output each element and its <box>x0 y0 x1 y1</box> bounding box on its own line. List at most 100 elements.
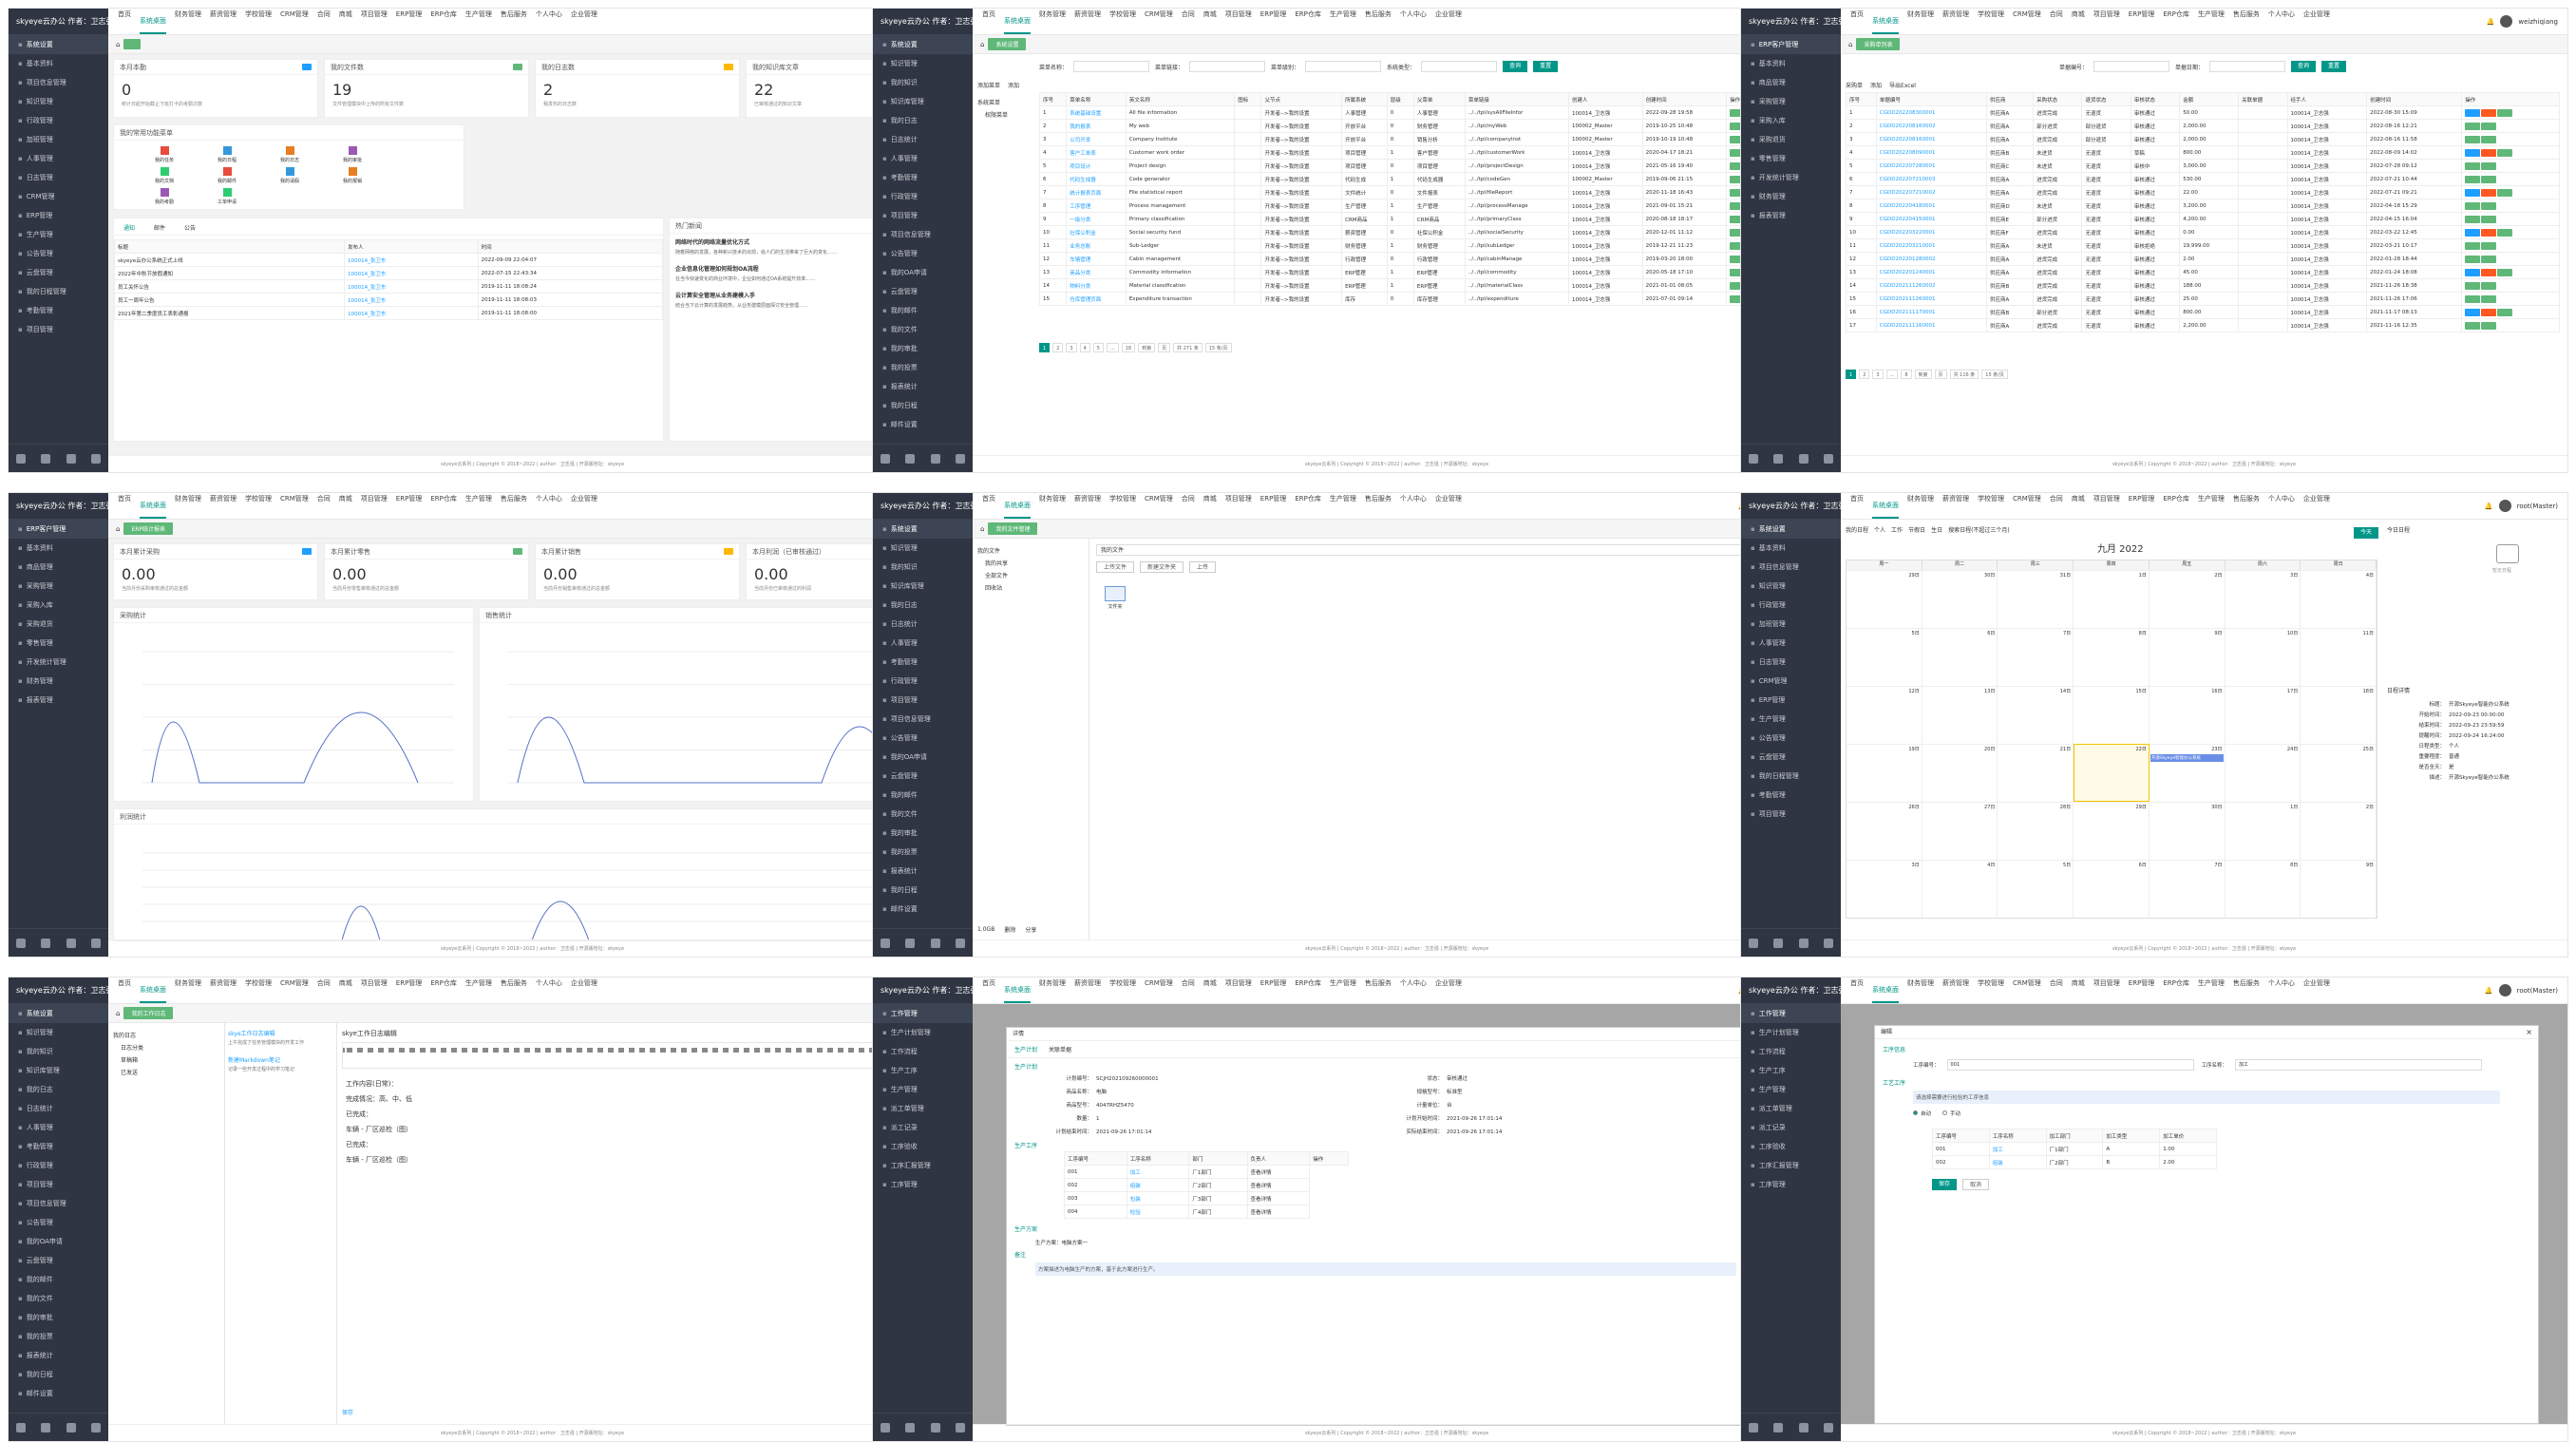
top-nav-item[interactable]: 个人中心 <box>1400 978 1427 1003</box>
top-nav-item[interactable]: 个人中心 <box>536 978 562 1003</box>
sidebar-item[interactable]: 生产管理 <box>9 225 108 244</box>
top-nav-item[interactable]: 企业管理 <box>2303 978 2330 1003</box>
editor-toolbar[interactable] <box>342 1042 947 1069</box>
pager-item[interactable]: 3 <box>1872 370 1884 379</box>
top-nav-item[interactable]: 项目管理 <box>361 978 388 1003</box>
top-nav-item[interactable]: 商城 <box>2072 9 2085 34</box>
row-actions[interactable] <box>2461 159 2560 173</box>
table-cell[interactable]: CGDD202111170001 <box>1875 305 1987 319</box>
top-nav-item[interactable]: 首页 <box>1850 978 1864 1003</box>
sidebar-item[interactable]: 基本资料 <box>1741 539 1841 558</box>
sidebar-item[interactable]: 云盘管理 <box>873 282 973 301</box>
quick-item[interactable]: 我的报销 <box>321 167 384 184</box>
calendar-cell[interactable]: 6日 <box>2074 860 2150 918</box>
calendar-cell[interactable]: 3日 <box>2225 570 2301 628</box>
sidebar-item[interactable]: 工序验收 <box>1741 1137 1841 1156</box>
sidebar-item[interactable]: 我的日志 <box>9 1080 108 1099</box>
table-row[interactable]: 3 CGDD202208160001 供应商A 进货完成 部分退货 审核通过 2,000.0… <box>1846 132 2560 146</box>
sidebar-item[interactable]: 系统设置 <box>873 35 973 54</box>
table-cell[interactable]: CGDD202204180001 <box>1875 199 1987 213</box>
top-nav-item[interactable]: 学校管理 <box>1978 9 2004 34</box>
tool-button[interactable]: 新建文件夹 <box>1140 561 1184 573</box>
table-cell[interactable]: CGDD202208090001 <box>1875 145 1987 160</box>
sidebar-item[interactable]: 知识管理 <box>873 539 973 558</box>
table-cell[interactable]: 客户工单表 <box>1066 145 1127 160</box>
sidebar-item[interactable]: 行政管理 <box>9 1156 108 1175</box>
table-cell[interactable]: CGDD202111160001 <box>1875 318 1987 332</box>
top-nav-item[interactable]: 学校管理 <box>1109 494 1136 519</box>
row-actions[interactable] <box>2461 212 2560 226</box>
top-nav-item[interactable]: ERP管理 <box>1260 494 1287 519</box>
top-nav-item[interactable]: ERP管理 <box>396 9 423 34</box>
tool-button[interactable]: 添加菜单 <box>977 81 1000 89</box>
top-nav-item[interactable]: 系统桌面 <box>1872 9 1899 34</box>
calendar-cell[interactable]: 20日 <box>1922 744 1998 802</box>
save-link[interactable]: 保存 <box>342 1408 353 1416</box>
top-nav-item[interactable]: ERP管理 <box>396 494 423 519</box>
table-cell[interactable]: 检验 <box>1126 1205 1190 1219</box>
table-cell[interactable]: 项目设计 <box>1066 159 1127 173</box>
sidebar-item[interactable]: 派工记录 <box>1741 1118 1841 1137</box>
calendar-cell[interactable]: 30日 <box>2149 802 2226 860</box>
table-row[interactable]: 10 CGDD202203220001 供应商F 进货完成 无退货 审核通过 0.00 100… <box>1846 225 2560 239</box>
sidebar-item[interactable]: 工序管理 <box>1741 1175 1841 1194</box>
sidebar-item[interactable]: 行政管理 <box>9 111 108 130</box>
top-nav-item[interactable]: CRM管理 <box>2013 9 2041 34</box>
calendar-filter[interactable]: 节假日 <box>1908 525 1925 534</box>
top-nav-item[interactable]: ERP管理 <box>2129 9 2155 34</box>
table-cell[interactable]: 加工 <box>1126 1165 1190 1179</box>
bell-icon[interactable]: 🔔 <box>2485 503 2493 510</box>
sidebar-item[interactable]: 生产计划管理 <box>873 1023 973 1042</box>
top-nav-item[interactable]: CRM管理 <box>280 494 309 519</box>
table-cell[interactable]: CGDD202201240001 <box>1875 265 1987 279</box>
sidebar-item[interactable]: 行政管理 <box>1741 596 1841 615</box>
table-cell[interactable]: 工序管理 <box>1066 199 1127 213</box>
table-row[interactable]: 003 包装 厂3部门 查看详情 <box>1064 1191 1349 1205</box>
process-name-input[interactable]: 加工 <box>2235 1059 2483 1071</box>
sidebar-item[interactable]: 日志管理 <box>1741 653 1841 672</box>
top-nav-item[interactable]: 合同 <box>317 978 331 1003</box>
top-nav-item[interactable]: ERP仓库 <box>1295 9 1321 34</box>
table-cell[interactable]: 统计报表页面 <box>1066 185 1127 199</box>
sidebar-item[interactable]: 云盘管理 <box>1741 748 1841 767</box>
pager-item[interactable]: ... <box>1885 370 1899 379</box>
table-cell[interactable]: CGDD202207210003 <box>1875 172 1987 186</box>
table-cell[interactable]: 我的报表 <box>1066 119 1127 133</box>
table-row[interactable]: 2 CGDD202208160002 供应商A 部分进货 部分退货 审核通过 2,000.0… <box>1846 119 2560 133</box>
top-nav-item[interactable]: ERP仓库 <box>430 978 457 1003</box>
sidebar-item[interactable]: 日志统计 <box>873 615 973 634</box>
sidebar-item[interactable]: 生产计划管理 <box>1741 1023 1841 1042</box>
quick-item[interactable]: 我的请假 <box>258 167 321 184</box>
sidebar-item[interactable]: 知识库管理 <box>9 1061 108 1080</box>
table-row[interactable]: 13 商品分类 Commodity information 开发者-->我的设置 ERP… <box>1038 265 1813 279</box>
sidebar-item[interactable]: 基本资料 <box>9 54 108 73</box>
top-nav-item[interactable]: 商城 <box>1203 9 1217 34</box>
top-nav-item[interactable]: 生产管理 <box>1330 9 1356 34</box>
pager-item[interactable]: 18 <box>1121 343 1136 352</box>
top-nav-item[interactable]: 售后服务 <box>1365 9 1392 34</box>
tab-current[interactable]: ERP统计报表 <box>123 522 174 535</box>
pager-item[interactable]: 页 <box>1158 343 1171 352</box>
top-nav-item[interactable]: 企业管理 <box>2303 494 2330 519</box>
top-nav-item[interactable]: 项目管理 <box>1225 494 1252 519</box>
calendar-cell[interactable]: 13日 <box>1922 686 1998 744</box>
pager-item[interactable]: 15 条/页 <box>1204 343 1232 352</box>
sidebar-tools[interactable] <box>873 1413 973 1441</box>
quick-item[interactable]: 我的审批 <box>321 146 384 163</box>
sidebar-item[interactable]: 考勤管理 <box>9 1137 108 1156</box>
top-nav-item[interactable]: CRM管理 <box>2013 494 2041 519</box>
sidebar-item[interactable]: 开发统计管理 <box>1741 168 1841 187</box>
calendar-filter[interactable]: 搜索日程(不超过三个月) <box>1948 525 2010 534</box>
top-nav-item[interactable]: 生产管理 <box>465 9 492 34</box>
top-nav-item[interactable]: 财务管理 <box>175 978 201 1003</box>
sidebar-tools[interactable] <box>9 1413 108 1441</box>
top-nav-item[interactable]: 项目管理 <box>2093 494 2120 519</box>
top-nav-item[interactable]: 个人中心 <box>1400 9 1427 34</box>
sidebar-item[interactable]: 报表统计 <box>9 1346 108 1365</box>
top-nav-item[interactable]: 企业管理 <box>1435 494 1462 519</box>
sidebar-item[interactable]: 人事管理 <box>9 1118 108 1137</box>
top-nav-item[interactable]: 项目管理 <box>2093 978 2120 1003</box>
sidebar-item[interactable]: 零售管理 <box>9 634 108 653</box>
news-tab[interactable]: 邮件 <box>154 223 165 232</box>
top-nav-item[interactable]: 商城 <box>1203 494 1217 519</box>
